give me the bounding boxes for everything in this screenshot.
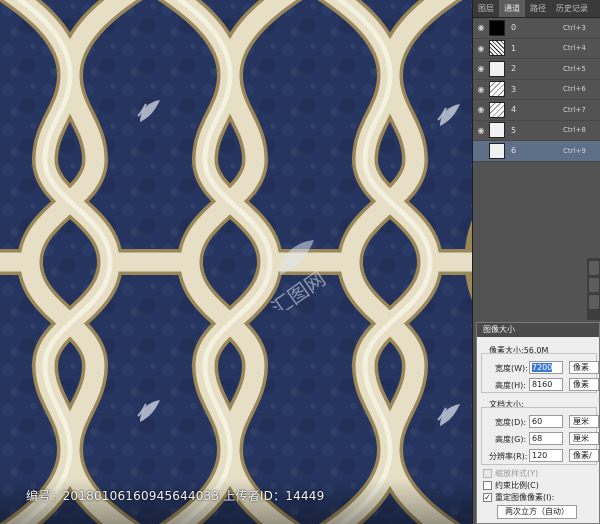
channel-thumbnail [489,122,505,139]
tool-button[interactable] [589,295,599,309]
channel-shortcut: Ctrl+3 [563,23,586,32]
channel-row[interactable]: ◉ 2 Ctrl+5 [473,59,600,80]
resample-method-select[interactable]: 两次立方（自动） [497,505,577,519]
channel-name: 4 [511,105,517,115]
eye-icon[interactable]: ◉ [475,105,487,114]
channel-shortcut: Ctrl+9 [563,146,586,155]
panel-tabs: 图层 通道 路径 历史记录 [473,0,600,18]
resolution-unit-select[interactable]: 像素/ [569,449,599,462]
tool-button[interactable] [589,261,599,275]
watermark-leaf-icon [137,100,160,122]
resample-checkbox[interactable]: ✓ [483,493,492,502]
eye-icon[interactable]: ◉ [475,85,487,94]
channel-name: 6 [511,146,517,156]
channel-row[interactable]: ◉ 3 Ctrl+6 [473,80,600,100]
eye-icon[interactable]: ◉ [475,126,487,135]
tab-channels[interactable]: 通道 [499,0,525,17]
watermark-leaf-icon [437,104,460,126]
channel-list-empty-area [473,162,600,258]
doc-width-label: 宽度(D): [495,418,527,427]
tab-paths[interactable]: 路径 [525,0,551,17]
width-value: 7200 [532,363,553,372]
channel-shortcut: Ctrl+6 [563,85,586,94]
channel-thumbnail [489,40,505,57]
mini-toolbar [587,258,600,320]
channel-thumbnail [489,81,505,98]
channel-thumbnail [489,101,505,118]
scale-styles-checkbox[interactable] [483,469,492,478]
resample-label: 重定图像像素(I): [495,493,555,502]
watermark-leaf-icon [437,404,460,426]
image-size-dialog: 图像大小 像素大小:56.0M 宽度(W): 7200 像素 高度(H): 81… [476,322,600,524]
constrain-proportions-checkbox[interactable] [483,481,492,490]
eye-icon[interactable]: ◉ [475,23,487,32]
resolution-field[interactable]: 120 [529,449,563,462]
constrain-proportions-label: 约束比例(C) [495,481,539,490]
doc-height-unit-select[interactable]: 厘米 [569,432,599,445]
height-label: 高度(H): [495,381,526,390]
channel-name: 1 [511,43,517,53]
trellis-pattern [0,0,472,524]
channel-shortcut: Ctrl+5 [563,64,586,73]
channel-name: 2 [511,64,517,74]
tab-history[interactable]: 历史记录 [551,0,593,17]
dialog-title: 图像大小 [477,323,599,337]
channel-thumbnail [489,60,505,77]
eye-icon[interactable]: ◉ [475,64,487,73]
scale-styles-label: 缩放样式(Y) [495,469,539,478]
svg-text:汇图网: 汇图网 [267,266,330,310]
height-unit-select[interactable]: 像素 [569,378,599,391]
channel-row[interactable]: ◉ 5 Ctrl+8 [473,121,600,141]
channel-row[interactable]: ◉ 4 Ctrl+7 [473,100,600,121]
height-field[interactable]: 8160 [529,378,563,391]
channel-thumbnail [489,142,505,159]
width-label: 宽度(W): [495,364,528,373]
center-watermark-logo: 汇图网 [267,240,330,310]
channel-row[interactable]: ◉ 0 Ctrl+3 [473,18,600,39]
channel-name: 3 [511,84,517,94]
channel-shortcut: Ctrl+4 [563,44,586,53]
width-unit-select[interactable]: 像素 [569,361,599,374]
channel-thumbnail [489,19,505,36]
width-field[interactable]: 7200 [529,361,563,374]
doc-width-field[interactable]: 60 [529,415,563,428]
channel-name: 5 [511,125,517,135]
channel-name: 0 [511,23,517,33]
eye-icon[interactable]: ◉ [475,44,487,53]
canvas-image[interactable]: 汇图网 编号：20180106160945644033 上传者ID：14449 [0,0,472,524]
resolution-label: 分辨率(R): [489,452,528,461]
channel-shortcut: Ctrl+8 [563,126,586,135]
channel-shortcut: Ctrl+7 [563,105,586,114]
doc-height-label: 高度(G): [495,435,527,444]
tool-button[interactable] [589,278,599,292]
channel-row-selected[interactable]: 6 Ctrl+9 [473,141,600,162]
footer-id-text: 编号：20180106160945644033 上传者ID：14449 [26,489,325,503]
doc-height-field[interactable]: 68 [529,432,563,445]
channel-row[interactable]: ◉ 1 Ctrl+4 [473,39,600,59]
channel-list: ◉ 0 Ctrl+3 ◉ 1 Ctrl+4 ◉ 2 Ctrl+5 ◉ 3 Ctr… [473,18,600,162]
tab-layers[interactable]: 图层 [473,0,499,17]
watermark-leaf-icon [137,400,160,422]
doc-width-unit-select[interactable]: 厘米 [569,415,599,428]
